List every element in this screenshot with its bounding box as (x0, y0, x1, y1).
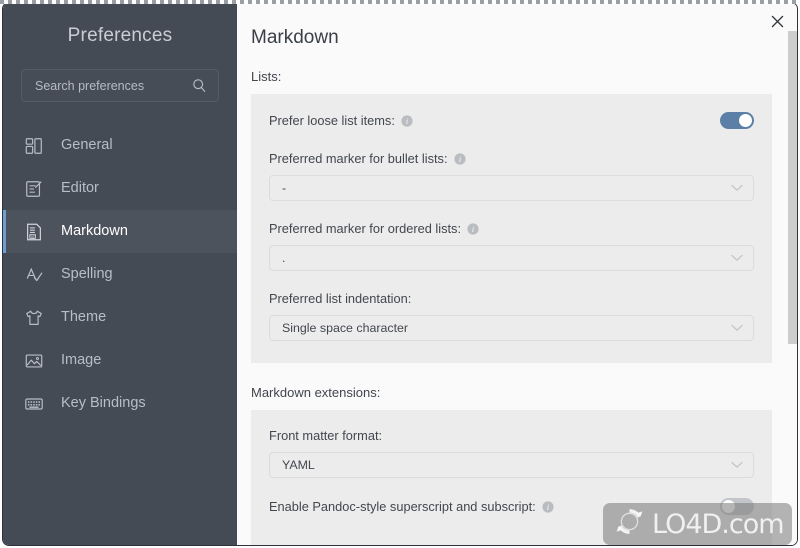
search-preferences-box[interactable]: Search preferences (21, 69, 219, 102)
select-front-matter-format[interactable]: YAML (269, 452, 754, 478)
sidebar-item-editor[interactable]: Editor (3, 167, 237, 210)
select-bullet-list-marker[interactable]: - (269, 175, 754, 201)
sidebar-nav: General Editor M Markdown Spelling Theme… (3, 124, 237, 425)
lo4d-watermark-text: LO4D.com (652, 508, 785, 540)
select-value: - (282, 180, 287, 195)
select-list-indentation[interactable]: Single space character (269, 315, 754, 341)
tshirt-icon (21, 305, 47, 331)
setting-group-front-matter-format: Front matter format: YAML (269, 428, 754, 478)
edit-document-icon (21, 176, 47, 202)
sidebar-item-label: Image (61, 352, 102, 369)
field-label-text: Preferred marker for ordered lists: (269, 221, 462, 236)
sidebar-item-markdown[interactable]: M Markdown (3, 210, 237, 253)
spellcheck-icon (21, 262, 47, 288)
field-label-text: Prefer loose list items: (269, 113, 395, 128)
sidebar-item-label: Editor (61, 180, 99, 197)
sidebar: Preferences Search preferences General E… (3, 3, 237, 545)
sidebar-item-label: Spelling (61, 266, 113, 283)
sidebar-item-spelling[interactable]: Spelling (3, 253, 237, 296)
setting-group-bullet-marker: Preferred marker for bullet lists: i - (269, 151, 754, 201)
vertical-scrollbar[interactable] (787, 27, 797, 545)
select-ordered-list-marker[interactable]: . (269, 245, 754, 271)
lo4d-watermark: LO4D.com (603, 503, 792, 545)
sidebar-item-label: Markdown (61, 223, 128, 240)
section-label-lists: Lists: (251, 69, 282, 84)
info-icon[interactable]: i (467, 222, 479, 235)
field-label-text: Preferred list indentation: (269, 291, 412, 306)
section-label-markdown-extensions: Markdown extensions: (251, 385, 381, 400)
preferences-window-root: Preferences Search preferences General E… (0, 0, 800, 548)
search-icon[interactable] (186, 78, 212, 93)
field-label: Preferred marker for ordered lists: i (269, 221, 754, 236)
window-top-edge-artifact (0, 0, 800, 4)
chevron-down-icon (731, 324, 743, 332)
setting-row-prefer-loose-list-items: Prefer loose list items: i (269, 112, 754, 129)
field-label: Prefer loose list items: i (269, 113, 413, 128)
sidebar-item-theme[interactable]: Theme (3, 296, 237, 339)
main-panel: Markdown Lists: Prefer loose list items:… (237, 3, 797, 545)
settings-content: Markdown Lists: Prefer loose list items:… (237, 3, 786, 545)
field-label-text: Preferred marker for bullet lists: (269, 151, 448, 166)
field-label: Front matter format: (269, 428, 754, 443)
lists-settings-card: Prefer loose list items: i Preferred mar… (251, 94, 772, 363)
chevron-down-icon (731, 184, 743, 192)
field-label: Enable Pandoc-style superscript and subs… (269, 499, 554, 514)
svg-text:i: i (458, 155, 460, 164)
field-label: Preferred list indentation: (269, 291, 754, 306)
preferences-window: Preferences Search preferences General E… (2, 2, 798, 546)
svg-text:i: i (472, 225, 474, 234)
layout-blocks-icon (21, 133, 47, 159)
select-value: Single space character (282, 320, 409, 335)
chevron-down-icon (731, 254, 743, 262)
sidebar-item-label: Key Bindings (61, 395, 146, 412)
field-label-text: Enable Pandoc-style superscript and subs… (269, 499, 536, 514)
info-icon[interactable]: i (453, 152, 466, 165)
lo4d-logo-icon (613, 505, 646, 543)
setting-group-list-indentation: Preferred list indentation: Single space… (269, 291, 754, 341)
chevron-down-icon (731, 461, 743, 469)
picture-icon (21, 348, 47, 374)
sidebar-item-label: Theme (61, 309, 107, 326)
info-icon[interactable]: i (401, 114, 413, 127)
select-value: . (282, 250, 286, 265)
sidebar-title: Preferences (67, 25, 173, 46)
sidebar-item-image[interactable]: Image (3, 339, 237, 382)
select-value: YAML (282, 457, 315, 472)
sidebar-item-label: General (61, 137, 113, 154)
svg-text:i: i (406, 117, 408, 126)
close-icon[interactable] (765, 9, 789, 33)
toggle-knob (739, 114, 752, 127)
search-input[interactable]: Search preferences (22, 79, 186, 93)
toggle-prefer-loose-list-items[interactable] (720, 112, 754, 129)
page-title: Markdown (251, 27, 339, 48)
markdown-file-icon: M (21, 219, 47, 245)
svg-text:i: i (547, 503, 549, 512)
field-label: Preferred marker for bullet lists: i (269, 151, 754, 166)
info-icon[interactable]: i (542, 500, 554, 513)
field-label-text: Front matter format: (269, 428, 383, 443)
sidebar-item-key-bindings[interactable]: Key Bindings (3, 382, 237, 425)
svg-text:M: M (31, 234, 34, 238)
scrollbar-thumb[interactable] (788, 31, 797, 344)
sidebar-item-general[interactable]: General (3, 124, 237, 167)
keyboard-icon (21, 391, 47, 417)
setting-group-ordered-marker: Preferred marker for ordered lists: i . (269, 221, 754, 271)
